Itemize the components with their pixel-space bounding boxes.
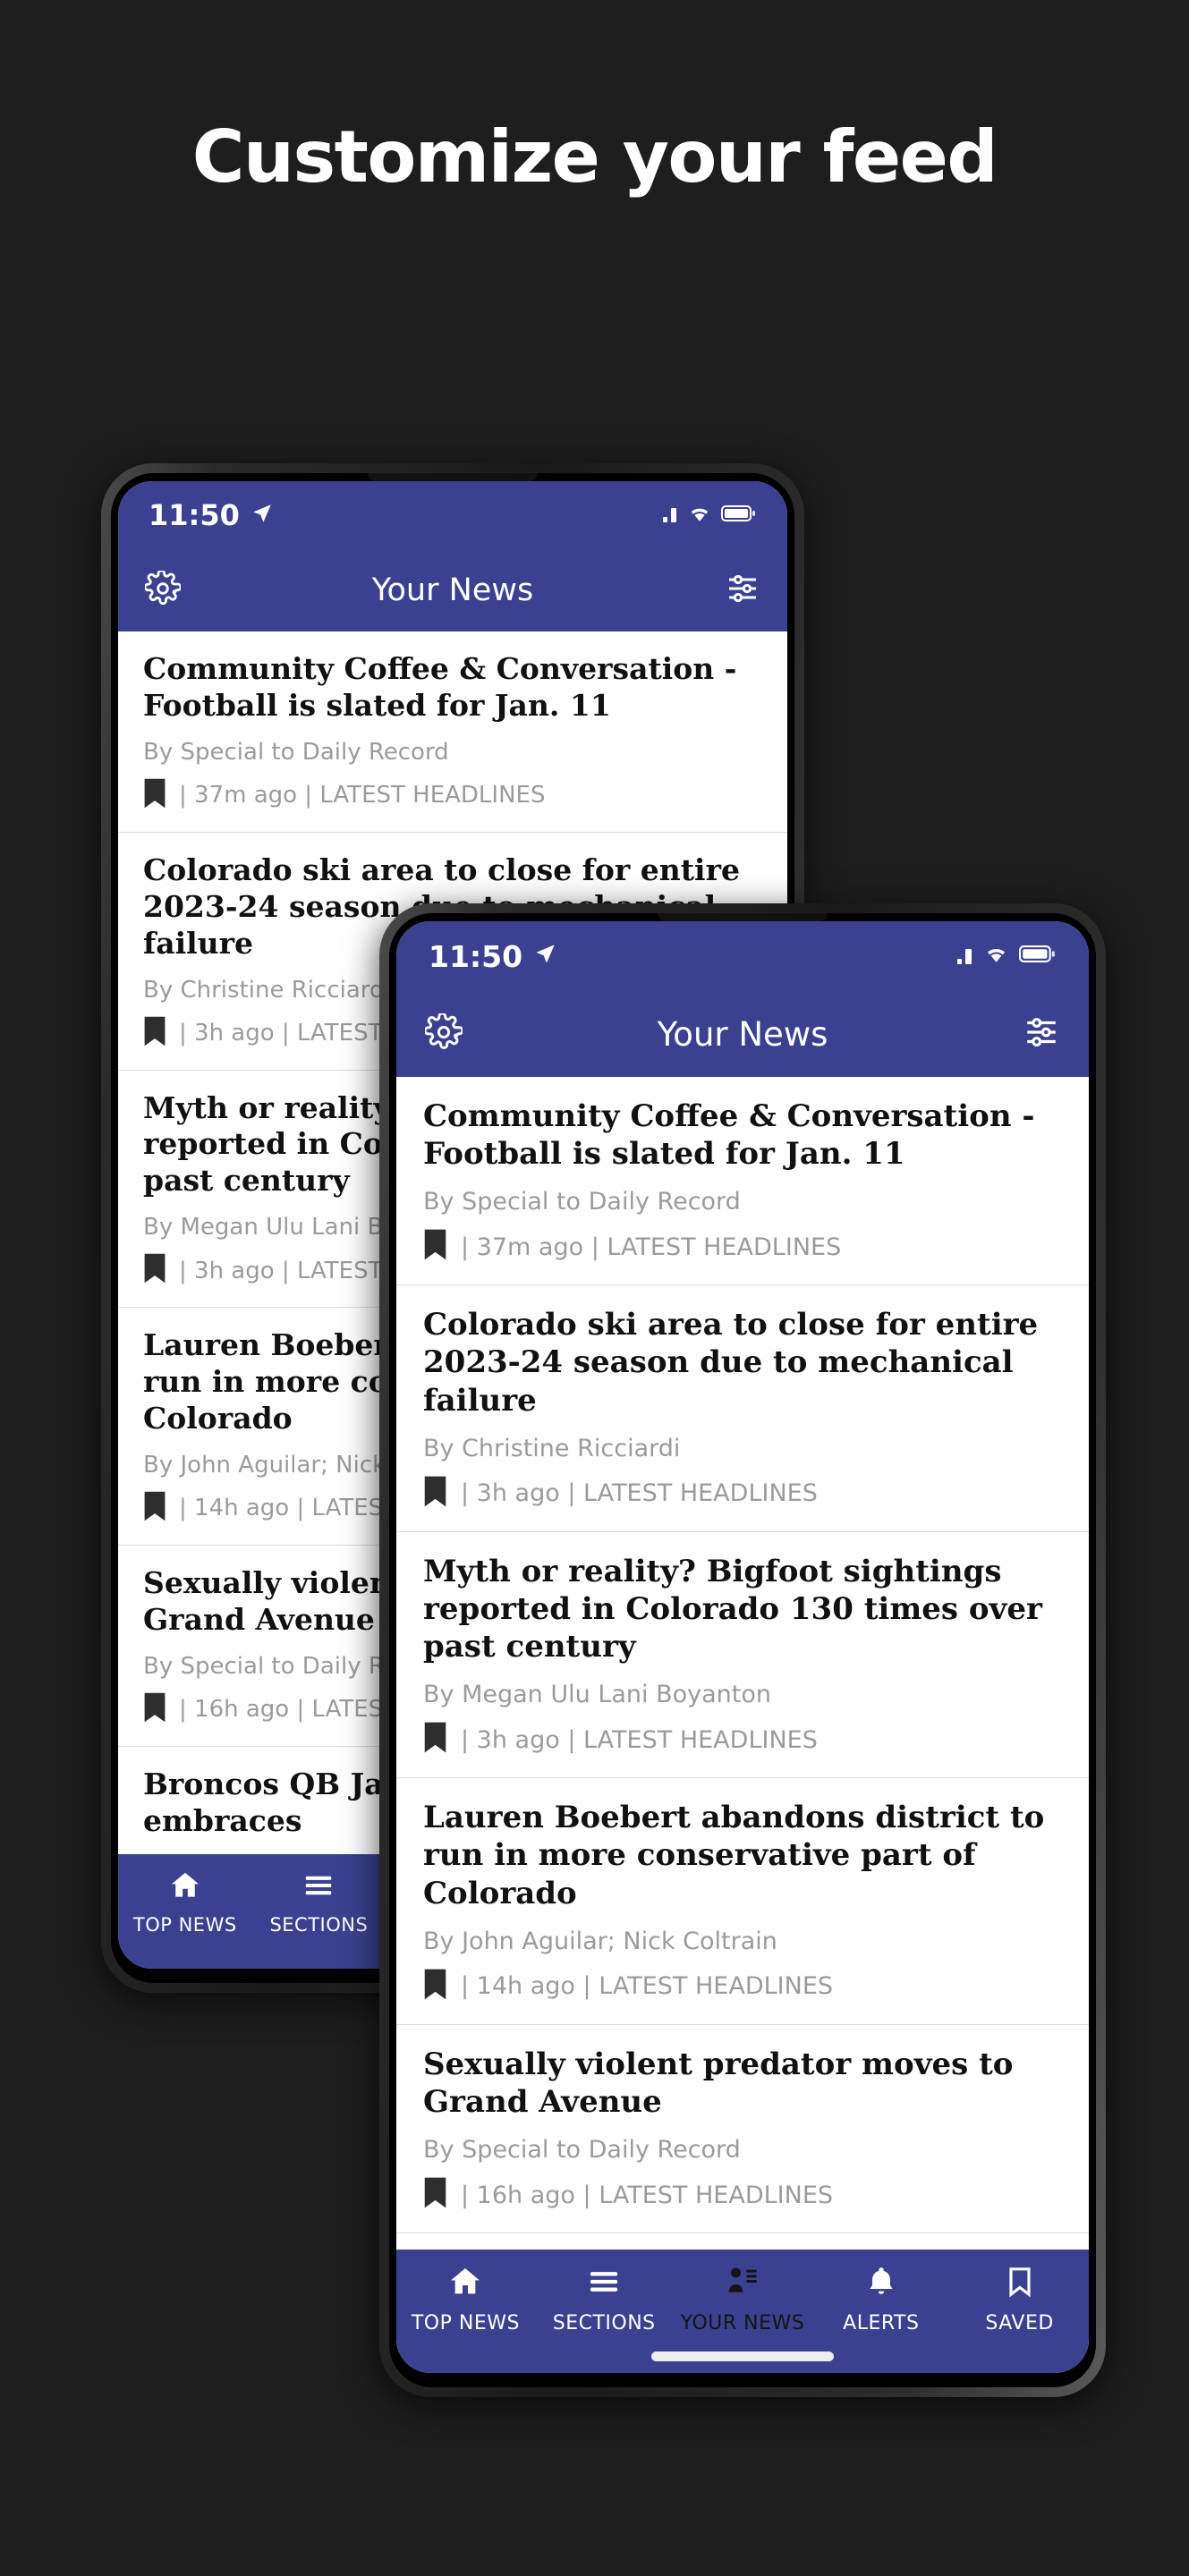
article-feed-front[interactable]: Community Coffee & Conversation - Footba… bbox=[396, 1077, 1089, 2350]
bookmark-icon[interactable] bbox=[143, 1490, 166, 1527]
article-card[interactable]: Community Coffee & Conversation - Footba… bbox=[118, 631, 787, 833]
battery-full-icon bbox=[1019, 945, 1057, 968]
hamburger-menu-icon bbox=[301, 1868, 335, 1907]
cellular-signal-icon bbox=[663, 508, 676, 522]
bookmark-icon[interactable] bbox=[423, 1475, 447, 1513]
bookmark-icon[interactable] bbox=[143, 1252, 166, 1289]
article-headline: Sexually violent predator moves to Grand… bbox=[423, 2046, 1014, 2120]
article-byline: By Special to Daily Record bbox=[423, 2136, 741, 2165]
article-byline: By Special to Daily Record bbox=[143, 738, 449, 766]
status-bar-left-back: 11:50 bbox=[149, 498, 274, 532]
phone-notch-front bbox=[658, 913, 828, 921]
phone-device-front: 11:50 Your News Community Coffee & Conve… bbox=[379, 903, 1106, 2397]
article-meta-row: | 16h ago | LATEST HEADLINES bbox=[423, 2176, 1062, 2214]
sliders-icon[interactable] bbox=[1023, 1013, 1060, 1055]
home-icon bbox=[168, 1868, 202, 1907]
bookmark-outline-icon bbox=[1002, 2264, 1038, 2304]
article-byline: By Christine Ricciardi bbox=[423, 1434, 681, 1462]
bottom-nav-front[interactable]: TOP NEWS SECTIONS YOUR NEWS ALERTS SAVED bbox=[396, 2250, 1089, 2373]
bookmark-icon[interactable] bbox=[423, 1968, 447, 2005]
status-bar-right-back bbox=[663, 504, 757, 528]
nav-tab-label: SECTIONS bbox=[269, 1914, 369, 1936]
article-meta-row: | 14h ago | LATEST HEADLINES bbox=[423, 1968, 1062, 2005]
article-card[interactable]: Lauren Boebert abandons district to run … bbox=[396, 1778, 1089, 2025]
article-headline: Lauren Boebert abandons district to run … bbox=[423, 1800, 1045, 1911]
home-indicator bbox=[651, 2351, 834, 2361]
article-meta: | 37m ago | LATEST HEADLINES bbox=[461, 1233, 842, 1261]
nav-tab-label: YOUR NEWS bbox=[680, 2312, 805, 2334]
phone-bezel-front: 11:50 Your News Community Coffee & Conve… bbox=[389, 913, 1096, 2387]
app-bar-title: Your News bbox=[657, 1014, 828, 1054]
article-byline: By Special to Daily Record bbox=[423, 1188, 741, 1216]
nav-tab-saved[interactable]: SAVED bbox=[950, 2264, 1089, 2334]
nav-tab-top-news[interactable]: TOP NEWS bbox=[396, 2264, 535, 2334]
battery-full-icon bbox=[721, 504, 757, 527]
gear-icon[interactable] bbox=[143, 569, 183, 611]
status-bar-front: 11:50 bbox=[396, 921, 1089, 991]
bookmark-icon[interactable] bbox=[423, 1228, 447, 1266]
status-time: 11:50 bbox=[149, 498, 240, 532]
article-card[interactable]: Myth or reality? Bigfoot sightings repor… bbox=[396, 1531, 1089, 1779]
gear-icon[interactable] bbox=[423, 1012, 464, 1055]
article-byline: By Megan Ulu Lani Boyanton bbox=[423, 1681, 772, 1709]
article-card[interactable]: Community Coffee & Conversation - Footba… bbox=[396, 1077, 1089, 1286]
person-list-icon bbox=[725, 2264, 760, 2304]
wifi-icon bbox=[983, 944, 1009, 969]
nav-tab-label: TOP NEWS bbox=[411, 2312, 520, 2334]
navigation-arrow-icon bbox=[533, 942, 557, 970]
navigation-arrow-icon bbox=[251, 502, 274, 530]
article-meta: | 3h ago | LATEST HEADLINES bbox=[461, 1479, 818, 1508]
nav-tab-label: ALERTS bbox=[843, 2312, 920, 2334]
page-title: Customize your feed bbox=[191, 115, 998, 199]
wifi-icon bbox=[687, 504, 712, 528]
article-meta: | 14h ago | LATEST HEADLINES bbox=[461, 1972, 834, 2001]
article-meta-row: | 37m ago | LATEST HEADLINES bbox=[423, 1228, 1062, 1266]
promo-screenshot: Customize your feed 11:50 Your News Comm… bbox=[0, 0, 1189, 2576]
app-bar-front: Your News bbox=[396, 991, 1089, 1077]
article-card[interactable]: Sexually violent predator moves to Grand… bbox=[396, 2024, 1089, 2234]
nav-tab-alerts[interactable]: ALERTS bbox=[811, 2264, 950, 2334]
bookmark-icon[interactable] bbox=[423, 1721, 447, 1758]
nav-tab-label: SAVED bbox=[985, 2312, 1054, 2334]
phone-notch-back bbox=[368, 473, 538, 481]
article-headline: Colorado ski area to close for entire 20… bbox=[423, 1307, 1039, 1419]
status-time: 11:50 bbox=[429, 938, 523, 974]
nav-tab-label: SECTIONS bbox=[552, 2312, 656, 2334]
sliders-icon[interactable] bbox=[725, 571, 760, 611]
status-bar-back: 11:50 bbox=[118, 481, 787, 549]
status-bar-left-front: 11:50 bbox=[429, 939, 557, 974]
home-icon bbox=[447, 2264, 483, 2304]
nav-tab-sections[interactable]: SECTIONS bbox=[535, 2264, 674, 2334]
article-meta-row: | 3h ago | LATEST HEADLINES bbox=[423, 1475, 1062, 1513]
article-meta-row: | 3h ago | LATEST HEADLINES bbox=[423, 1721, 1062, 1758]
article-byline: By John Aguilar; Nick Coltrain bbox=[423, 1927, 777, 1955]
article-meta: | 37m ago | LATEST HEADLINES bbox=[179, 782, 546, 809]
app-bar-title: Your News bbox=[371, 572, 534, 608]
bookmark-icon[interactable] bbox=[143, 1691, 166, 1728]
phone-screen-front: 11:50 Your News Community Coffee & Conve… bbox=[396, 921, 1089, 2373]
article-headline: Community Coffee & Conversation - Footba… bbox=[143, 651, 737, 723]
article-card[interactable]: Colorado ski area to close for entire 20… bbox=[396, 1285, 1089, 1532]
bookmark-icon[interactable] bbox=[423, 2176, 447, 2214]
nav-tab-your-news[interactable]: YOUR NEWS bbox=[674, 2264, 812, 2334]
status-bar-right-front bbox=[957, 944, 1057, 969]
article-meta-row: | 37m ago | LATEST HEADLINES bbox=[143, 777, 762, 814]
bookmark-icon[interactable] bbox=[143, 777, 166, 814]
bookmark-icon[interactable] bbox=[143, 1015, 166, 1052]
article-meta: | 16h ago | LATEST HEADLINES bbox=[461, 2181, 834, 2209]
article-meta: | 3h ago | LATEST HEADLINES bbox=[461, 1725, 818, 1754]
nav-tab-label: TOP NEWS bbox=[132, 1914, 237, 1936]
article-headline: Community Coffee & Conversation - Footba… bbox=[423, 1098, 1035, 1173]
bell-icon bbox=[863, 2264, 899, 2304]
app-bar-back: Your News bbox=[118, 549, 787, 631]
hamburger-menu-icon bbox=[586, 2264, 622, 2304]
article-headline: Myth or reality? Bigfoot sightings repor… bbox=[423, 1553, 1042, 1665]
cellular-signal-icon bbox=[957, 948, 972, 964]
nav-tab-top-news[interactable]: TOP NEWS bbox=[118, 1868, 252, 1936]
nav-tab-sections[interactable]: SECTIONS bbox=[252, 1868, 386, 1936]
